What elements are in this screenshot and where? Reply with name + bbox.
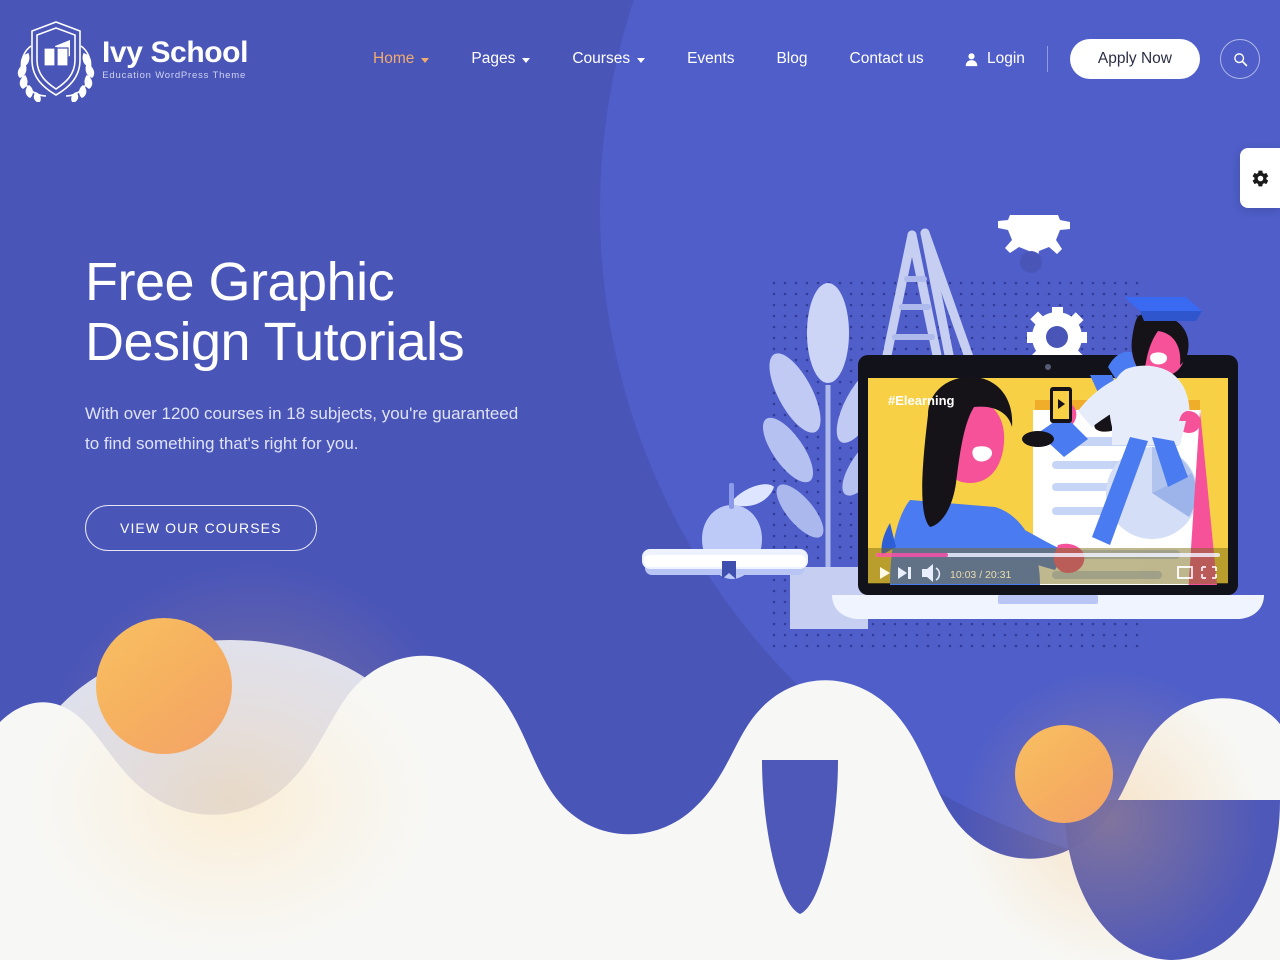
nav-item-events[interactable]: Events (666, 40, 755, 78)
nav-label-blog: Blog (776, 50, 808, 67)
chevron-down-icon (522, 57, 531, 63)
settings-panel-toggle[interactable] (1240, 148, 1280, 208)
brand-logo[interactable]: Ivy School Education WordPress Theme (14, 16, 248, 102)
phone-icon (1050, 387, 1072, 423)
chevron-down-icon (421, 57, 430, 63)
hero-section: Free Graphic Design Tutorials With over … (85, 252, 725, 552)
hero-title-line1: Free Graphic (85, 252, 395, 312)
search-button[interactable] (1220, 39, 1260, 79)
hero-subtitle-line2: to find something that's right for you. (85, 434, 359, 454)
nav-label-courses: Courses (572, 50, 631, 67)
nav-item-blog[interactable]: Blog (755, 40, 828, 78)
books-icon (642, 549, 808, 579)
laptop-base (832, 595, 1264, 619)
nav-label-contact-us: Contact us (849, 50, 924, 67)
nav-item-pages[interactable]: Pages (450, 40, 551, 78)
hero-illustration: #Elearning 10:03 / 20:31 (642, 215, 1264, 655)
brand-tagline: Education WordPress Theme (102, 69, 247, 81)
gear-icon (1252, 170, 1268, 186)
gear-large-icon (998, 215, 1070, 273)
decorative-circle-left (96, 618, 232, 754)
nav-item-courses[interactable]: Courses (551, 40, 666, 78)
login-label: Login (986, 50, 1025, 67)
hero-subtitle: With over 1200 courses in 18 subjects, y… (85, 399, 585, 460)
nav-label-events: Events (687, 50, 735, 67)
shield-book-laurel-crest-icon (17, 21, 95, 102)
hero-subtitle-line1: With over 1200 courses in 18 subjects, y… (85, 403, 519, 423)
nav-item-contact-us[interactable]: Contact us (829, 40, 945, 78)
login-button[interactable]: Login (964, 50, 1025, 68)
nav-item-home[interactable]: Home (352, 40, 450, 78)
page-stage: #Elearning 10:03 / 20:31 Ivy School Educ… (0, 0, 1280, 960)
search-icon (1233, 52, 1247, 66)
nav-label-pages: Pages (471, 50, 516, 67)
site-header: Ivy School Education WordPress Theme Hom… (0, 0, 1280, 118)
chevron-down-icon (637, 57, 646, 63)
nav-label-home: Home (373, 50, 415, 67)
video-time-label: 10:03 / 20:31 (950, 569, 1011, 581)
main-navigation: Home Pages Courses Events Blog Contact u… (352, 40, 945, 78)
view-our-courses-button[interactable]: VIEW OUR COURSES (85, 505, 317, 552)
user-icon (965, 52, 978, 66)
video-controls-bar: 10:03 / 20:31 (868, 548, 1228, 584)
decorative-circle-right (1015, 725, 1113, 823)
header-actions: Login Apply Now (964, 39, 1260, 79)
hero-title: Free Graphic Design Tutorials (85, 252, 725, 373)
video-tag-label: #Elearning (888, 393, 955, 408)
hero-title-line2: Design Tutorials (85, 312, 465, 373)
header-divider (1046, 46, 1048, 72)
apply-now-button[interactable]: Apply Now (1069, 39, 1200, 79)
brand-name: Ivy School (102, 36, 249, 70)
